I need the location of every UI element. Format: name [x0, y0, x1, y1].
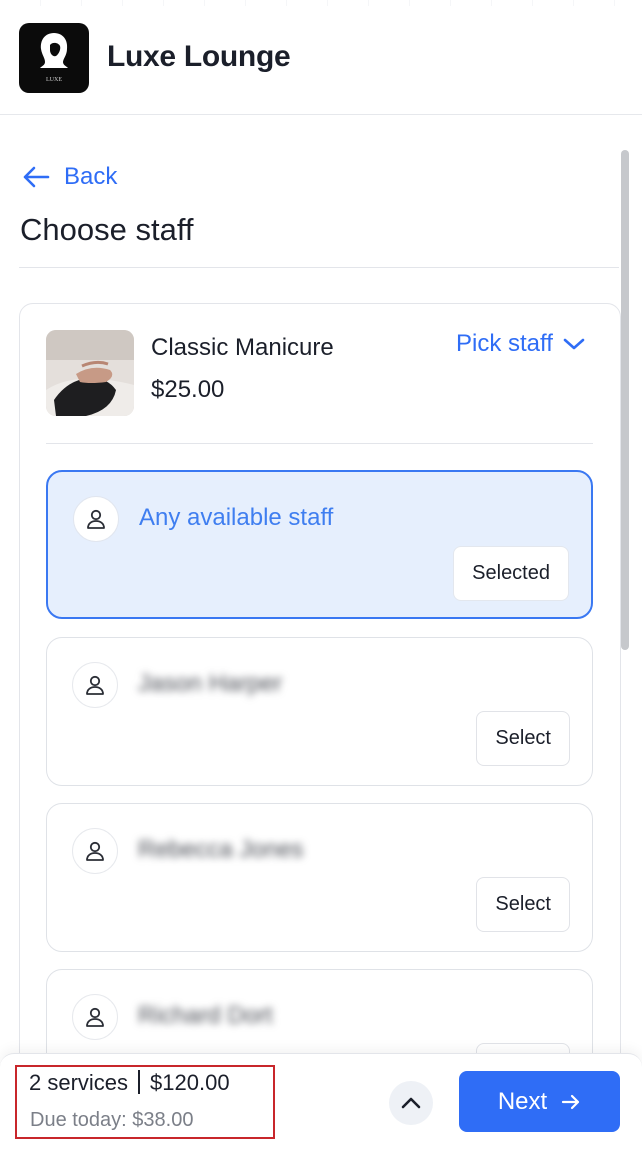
header-pattern — [0, 0, 642, 6]
divider — [138, 1070, 141, 1094]
title-divider — [19, 267, 619, 268]
staff-option-rebecca[interactable]: Rebecca Jones Select — [46, 803, 593, 952]
avatar — [72, 662, 118, 708]
avatar — [72, 828, 118, 874]
chevron-down-icon — [563, 338, 585, 350]
user-icon — [86, 675, 104, 695]
staff-option-jason[interactable]: Jason Harper Select — [46, 637, 593, 786]
next-button[interactable]: Next — [459, 1071, 620, 1132]
selected-button[interactable]: Selected — [453, 546, 569, 601]
select-button[interactable]: Select — [476, 711, 570, 766]
back-link[interactable]: Back — [22, 160, 117, 194]
avatar — [72, 994, 118, 1040]
app-header: LUXE Luxe Lounge — [0, 0, 642, 115]
user-icon — [86, 841, 104, 861]
avatar — [73, 496, 119, 542]
booking-summary: 2 services $120.00 — [29, 1070, 230, 1096]
pick-staff-dropdown[interactable]: Pick staff — [456, 330, 585, 358]
service-thumbnail — [46, 330, 134, 416]
pick-staff-label: Pick staff — [456, 330, 553, 357]
staff-option-any[interactable]: Any available staff Selected — [46, 470, 593, 619]
arrow-left-icon — [23, 166, 50, 188]
staff-name: Richard Dort — [138, 1002, 273, 1029]
card-divider — [46, 443, 593, 444]
staff-name: Jason Harper — [138, 670, 283, 697]
back-label: Back — [64, 163, 118, 190]
chevron-up-icon — [401, 1097, 421, 1109]
arrow-right-icon — [562, 1094, 580, 1109]
service-name: Classic Manicure — [151, 334, 334, 361]
select-button[interactable]: Select — [476, 877, 570, 932]
logo-wordmark: LUXE — [46, 77, 62, 83]
logo-silhouette-icon: LUXE — [40, 33, 68, 83]
total-price: $120.00 — [150, 1070, 230, 1095]
scrollbar-thumb[interactable] — [621, 150, 629, 650]
services-count: 2 services — [29, 1070, 129, 1095]
next-label: Next — [497, 1087, 548, 1115]
manicure-photo — [46, 330, 134, 416]
page-title: Choose staff — [20, 212, 194, 247]
staff-name: Rebecca Jones — [138, 836, 304, 863]
expand-summary-button[interactable] — [389, 1081, 433, 1125]
brand-name: Luxe Lounge — [107, 40, 291, 73]
user-icon — [87, 509, 105, 529]
due-today: Due today: $38.00 — [30, 1109, 194, 1131]
brand-logo[interactable]: LUXE — [19, 23, 89, 93]
service-price: $25.00 — [151, 376, 225, 403]
staff-name: Any available staff — [139, 504, 334, 531]
user-icon — [86, 1007, 104, 1027]
